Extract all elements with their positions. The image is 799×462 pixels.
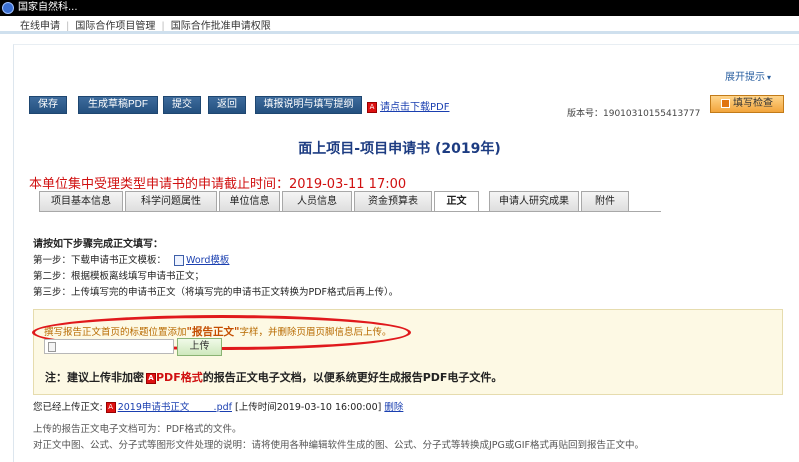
tab-budget-table[interactable]: 资金预算表 [354, 191, 432, 211]
fill-check-button[interactable]: 填写检查 [710, 95, 784, 113]
file-icon [48, 342, 56, 352]
upload-note-pre: 注：建议上传非加密 [45, 371, 144, 384]
pdf-icon: A [146, 372, 156, 384]
upload-time: [上传时间2019-03-10 16:00:00] [235, 402, 382, 413]
word-doc-icon [174, 255, 185, 266]
fill-check-label: 填写检查 [733, 98, 773, 109]
file-path-input[interactable] [44, 339, 174, 354]
uploaded-label: 您已经上传正文: [33, 402, 103, 413]
tab-project-basic-info[interactable]: 项目基本信息 [39, 191, 123, 211]
uploaded-file-name: 2019申请书正文 [117, 402, 190, 413]
window-title: 国家自然科... [18, 2, 78, 13]
uploaded-file-link[interactable]: 2019申请书正文 .pdf [118, 402, 232, 413]
upload-note-post: 的报告正文电子文档，以便系统更好生成报告PDF电子文件。 [202, 371, 503, 384]
back-button[interactable]: 返回 [208, 96, 246, 114]
step-three: 第三步：上传填写完的申请书正文（将填写完的申请书正文转换为PDF格式后再上传）。 [33, 287, 399, 298]
fill-instructions-button[interactable]: 填报说明与填写提纲 [255, 96, 362, 114]
chevron-down-icon: ▾ [767, 73, 772, 82]
tab-main-text[interactable]: 正文 [434, 191, 479, 212]
pdf-icon: A [105, 402, 116, 413]
page-title: 面上项目-项目申请书 (2019年) [298, 141, 501, 157]
upload-note-pdf-format: PDF格式 [156, 371, 203, 384]
tab-attachments[interactable]: 附件 [581, 191, 629, 211]
format-note: 上传的报告正文电子文档可为：PDF格式的文件。 [33, 424, 242, 435]
tab-scientific-question[interactable]: 科学问题属性 [125, 191, 217, 211]
download-pdf-label: 请点击下载PDF [380, 102, 450, 113]
expand-tips-link[interactable]: 展开提示 ▾ [725, 68, 771, 83]
tab-underline [39, 211, 661, 212]
download-pdf-link[interactable]: A 请点击下载PDF [367, 98, 449, 113]
step-two: 第二步：根据模板离线填写申请书正文； [33, 271, 205, 282]
step-one: 第一步：下载申请书正文模板： Word模板 [33, 252, 229, 266]
check-icon [721, 98, 730, 108]
step-one-text: 第一步：下载申请书正文模板： [33, 255, 167, 266]
generate-pdf-button[interactable]: 生成草稿PDF [78, 96, 158, 114]
tab-unit-info[interactable]: 单位信息 [219, 191, 280, 211]
conversion-note: 对正文中图、公式、分子式等图形文件处理的说明：请将使用各种编辑软件生成的图、公式… [33, 440, 645, 451]
window-titlebar: 国家自然科... [0, 0, 799, 16]
expand-tips-label: 展开提示 [725, 72, 765, 83]
save-button[interactable]: 保存 [29, 96, 67, 114]
upload-note: 注：建议上传非加密 A PDF格式的报告正文电子文档，以便系统更好生成报告PDF电子… [45, 369, 502, 385]
top-navigation: 在线申请 | 国际合作项目管理 | 国际合作批准申请权限 [0, 16, 799, 32]
word-template-link[interactable]: Word模板 [186, 255, 229, 266]
steps-heading: 请按如下步骤完成正文填写： [33, 239, 163, 250]
uploaded-file-info: 您已经上传正文: A 2019申请书正文 .pdf [上传时间2019-03-10 … [33, 399, 403, 413]
browser-icon [2, 2, 14, 14]
upload-button[interactable]: 上传 [177, 338, 222, 356]
uploaded-file-ext: pdf [216, 402, 232, 413]
version-number: 版本号：19010310155413777 [567, 109, 701, 119]
pdf-icon: A [367, 101, 377, 113]
tab-applicant-results[interactable]: 申请人研究成果 [489, 191, 579, 211]
delete-link[interactable]: 删除 [384, 402, 403, 413]
deadline-notice: 本单位集中受理类型申请书的申请截止时间：2019-03-11 17:00 [29, 177, 407, 192]
tab-personnel-info[interactable]: 人员信息 [282, 191, 352, 211]
submit-button[interactable]: 提交 [163, 96, 201, 114]
nav-divider [0, 31, 799, 34]
